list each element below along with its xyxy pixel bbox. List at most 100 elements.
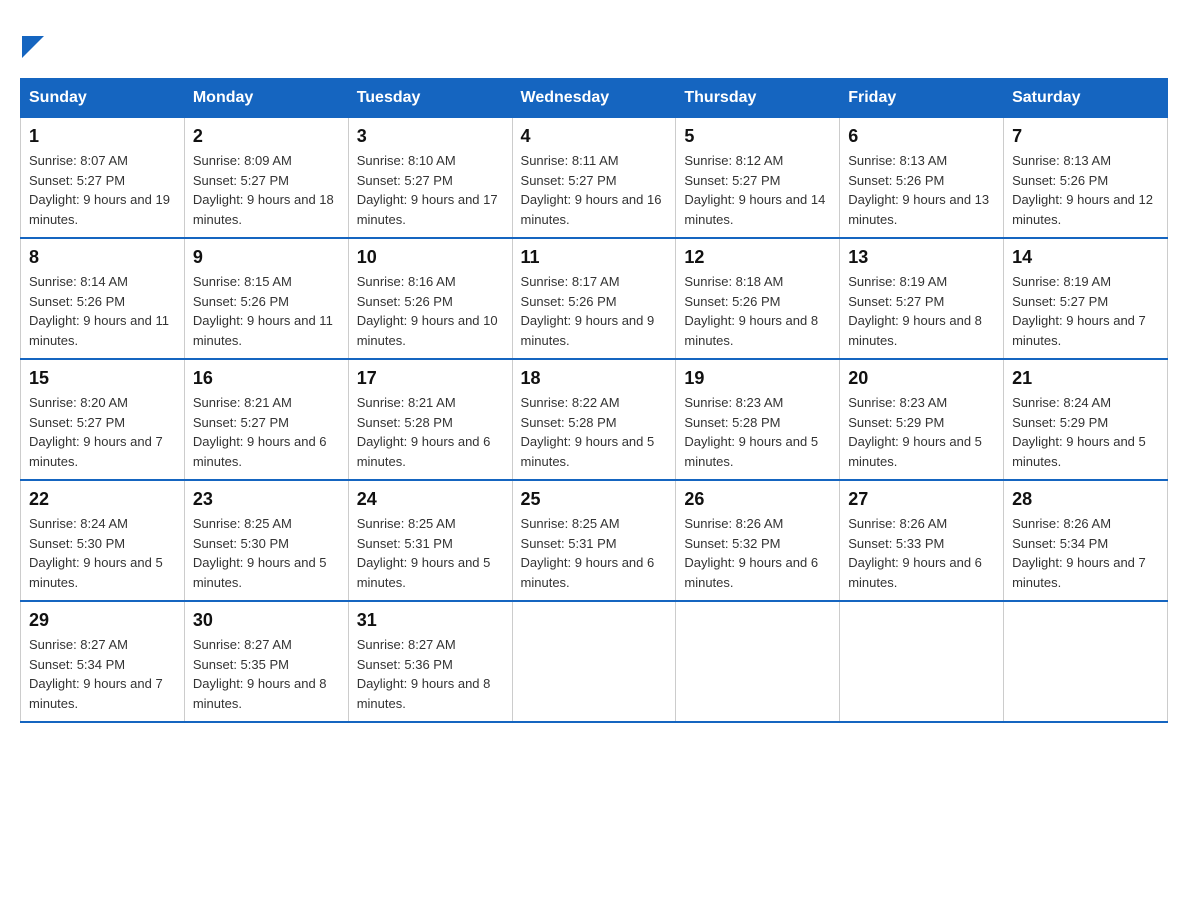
calendar-cell: 27Sunrise: 8:26 AMSunset: 5:33 PMDayligh… [840, 480, 1004, 601]
weekday-header-friday: Friday [840, 79, 1004, 118]
day-info: Sunrise: 8:25 AMSunset: 5:30 PMDaylight:… [193, 514, 340, 592]
day-info: Sunrise: 8:22 AMSunset: 5:28 PMDaylight:… [521, 393, 668, 471]
day-number: 6 [848, 126, 995, 147]
day-info: Sunrise: 8:26 AMSunset: 5:33 PMDaylight:… [848, 514, 995, 592]
week-row-1: 1Sunrise: 8:07 AMSunset: 5:27 PMDaylight… [21, 118, 1168, 239]
calendar-cell: 30 Sunrise: 8:27 AMSunset: 5:35 PMDayligh… [184, 601, 348, 722]
calendar-cell [676, 601, 840, 722]
day-info: Sunrise: 8:21 AMSunset: 5:27 PMDaylight:… [193, 393, 340, 471]
calendar-cell: 20 Sunrise: 8:23 AMSunset: 5:29 PMDayligh… [840, 359, 1004, 480]
day-info: Sunrise: 8:25 AMSunset: 5:31 PMDaylight:… [521, 514, 668, 592]
week-row-2: 8 Sunrise: 8:14 AMSunset: 5:26 PMDaylight… [21, 238, 1168, 359]
day-number: 31 [357, 610, 504, 631]
day-number: 26 [684, 489, 831, 510]
day-info: Sunrise: 8:24 AMSunset: 5:30 PMDaylight:… [29, 514, 176, 592]
day-info: Sunrise: 8:20 AMSunset: 5:27 PMDaylight:… [29, 393, 176, 471]
day-number: 7 [1012, 126, 1159, 147]
day-number: 5 [684, 126, 831, 147]
logo [20, 30, 44, 58]
day-info: Sunrise: 8:11 AMSunset: 5:27 PMDaylight:… [521, 151, 668, 229]
day-number: 24 [357, 489, 504, 510]
day-info: Sunrise: 8:19 AMSunset: 5:27 PMDaylight:… [848, 272, 995, 350]
calendar-cell: 5 Sunrise: 8:12 AMSunset: 5:27 PMDaylight… [676, 118, 840, 239]
day-info: Sunrise: 8:27 AMSunset: 5:36 PMDaylight:… [357, 635, 504, 713]
day-number: 18 [521, 368, 668, 389]
week-row-5: 29 Sunrise: 8:27 AMSunset: 5:34 PMDayligh… [21, 601, 1168, 722]
calendar-cell [840, 601, 1004, 722]
day-info: Sunrise: 8:26 AMSunset: 5:34 PMDaylight:… [1012, 514, 1159, 592]
day-number: 15 [29, 368, 176, 389]
calendar-cell: 25 Sunrise: 8:25 AMSunset: 5:31 PMDayligh… [512, 480, 676, 601]
day-number: 8 [29, 247, 176, 268]
day-info: Sunrise: 8:25 AMSunset: 5:31 PMDaylight:… [357, 514, 504, 592]
day-number: 29 [29, 610, 176, 631]
day-info: Sunrise: 8:14 AMSunset: 5:26 PMDaylight:… [29, 272, 176, 350]
week-row-4: 22 Sunrise: 8:24 AMSunset: 5:30 PMDayligh… [21, 480, 1168, 601]
calendar-cell: 14Sunrise: 8:19 AMSunset: 5:27 PMDayligh… [1004, 238, 1168, 359]
calendar-cell: 16 Sunrise: 8:21 AMSunset: 5:27 PMDayligh… [184, 359, 348, 480]
day-info: Sunrise: 8:21 AMSunset: 5:28 PMDaylight:… [357, 393, 504, 471]
day-info: Sunrise: 8:10 AMSunset: 5:27 PMDaylight:… [357, 151, 504, 229]
calendar-cell: 1Sunrise: 8:07 AMSunset: 5:27 PMDaylight… [21, 118, 185, 239]
weekday-header-saturday: Saturday [1004, 79, 1168, 118]
day-number: 3 [357, 126, 504, 147]
day-info: Sunrise: 8:26 AMSunset: 5:32 PMDaylight:… [684, 514, 831, 592]
calendar-cell: 10 Sunrise: 8:16 AMSunset: 5:26 PMDayligh… [348, 238, 512, 359]
calendar-cell: 15 Sunrise: 8:20 AMSunset: 5:27 PMDayligh… [21, 359, 185, 480]
day-info: Sunrise: 8:23 AMSunset: 5:29 PMDaylight:… [848, 393, 995, 471]
logo-arrow-icon [22, 36, 44, 58]
calendar-cell: 8 Sunrise: 8:14 AMSunset: 5:26 PMDaylight… [21, 238, 185, 359]
weekday-header-wednesday: Wednesday [512, 79, 676, 118]
day-number: 16 [193, 368, 340, 389]
weekday-header-tuesday: Tuesday [348, 79, 512, 118]
day-info: Sunrise: 8:16 AMSunset: 5:26 PMDaylight:… [357, 272, 504, 350]
day-number: 20 [848, 368, 995, 389]
day-number: 10 [357, 247, 504, 268]
calendar-cell: 3 Sunrise: 8:10 AMSunset: 5:27 PMDaylight… [348, 118, 512, 239]
calendar-cell: 29 Sunrise: 8:27 AMSunset: 5:34 PMDayligh… [21, 601, 185, 722]
weekday-header-monday: Monday [184, 79, 348, 118]
day-info: Sunrise: 8:19 AMSunset: 5:27 PMDaylight:… [1012, 272, 1159, 350]
day-number: 4 [521, 126, 668, 147]
weekday-header-sunday: Sunday [21, 79, 185, 118]
day-number: 17 [357, 368, 504, 389]
calendar-cell: 19Sunrise: 8:23 AMSunset: 5:28 PMDayligh… [676, 359, 840, 480]
calendar-cell: 6 Sunrise: 8:13 AMSunset: 5:26 PMDaylight… [840, 118, 1004, 239]
calendar-cell [1004, 601, 1168, 722]
day-info: Sunrise: 8:12 AMSunset: 5:27 PMDaylight:… [684, 151, 831, 229]
calendar-cell: 23Sunrise: 8:25 AMSunset: 5:30 PMDayligh… [184, 480, 348, 601]
day-number: 11 [521, 247, 668, 268]
day-info: Sunrise: 8:13 AMSunset: 5:26 PMDaylight:… [848, 151, 995, 229]
weekday-header-thursday: Thursday [676, 79, 840, 118]
calendar-cell: 4 Sunrise: 8:11 AMSunset: 5:27 PMDaylight… [512, 118, 676, 239]
calendar-cell: 31 Sunrise: 8:27 AMSunset: 5:36 PMDayligh… [348, 601, 512, 722]
day-info: Sunrise: 8:18 AMSunset: 5:26 PMDaylight:… [684, 272, 831, 350]
calendar-cell: 21Sunrise: 8:24 AMSunset: 5:29 PMDayligh… [1004, 359, 1168, 480]
day-number: 25 [521, 489, 668, 510]
day-number: 30 [193, 610, 340, 631]
calendar-cell: 11 Sunrise: 8:17 AMSunset: 5:26 PMDayligh… [512, 238, 676, 359]
calendar-cell: 12 Sunrise: 8:18 AMSunset: 5:26 PMDayligh… [676, 238, 840, 359]
calendar-cell: 28 Sunrise: 8:26 AMSunset: 5:34 PMDayligh… [1004, 480, 1168, 601]
weekday-header-row: SundayMondayTuesdayWednesdayThursdayFrid… [21, 79, 1168, 118]
day-info: Sunrise: 8:17 AMSunset: 5:26 PMDaylight:… [521, 272, 668, 350]
calendar-cell [512, 601, 676, 722]
calendar-cell: 7Sunrise: 8:13 AMSunset: 5:26 PMDaylight… [1004, 118, 1168, 239]
day-number: 22 [29, 489, 176, 510]
day-info: Sunrise: 8:27 AMSunset: 5:34 PMDaylight:… [29, 635, 176, 713]
page-header [20, 20, 1168, 58]
day-number: 12 [684, 247, 831, 268]
calendar-cell: 2 Sunrise: 8:09 AMSunset: 5:27 PMDaylight… [184, 118, 348, 239]
week-row-3: 15 Sunrise: 8:20 AMSunset: 5:27 PMDayligh… [21, 359, 1168, 480]
day-number: 2 [193, 126, 340, 147]
day-info: Sunrise: 8:15 AMSunset: 5:26 PMDaylight:… [193, 272, 340, 350]
day-info: Sunrise: 8:09 AMSunset: 5:27 PMDaylight:… [193, 151, 340, 229]
day-number: 13 [848, 247, 995, 268]
calendar-cell: 13 Sunrise: 8:19 AMSunset: 5:27 PMDayligh… [840, 238, 1004, 359]
calendar-table: SundayMondayTuesdayWednesdayThursdayFrid… [20, 78, 1168, 723]
calendar-cell: 22 Sunrise: 8:24 AMSunset: 5:30 PMDayligh… [21, 480, 185, 601]
day-number: 1 [29, 126, 176, 147]
day-info: Sunrise: 8:27 AMSunset: 5:35 PMDaylight:… [193, 635, 340, 713]
day-number: 19 [684, 368, 831, 389]
day-number: 28 [1012, 489, 1159, 510]
